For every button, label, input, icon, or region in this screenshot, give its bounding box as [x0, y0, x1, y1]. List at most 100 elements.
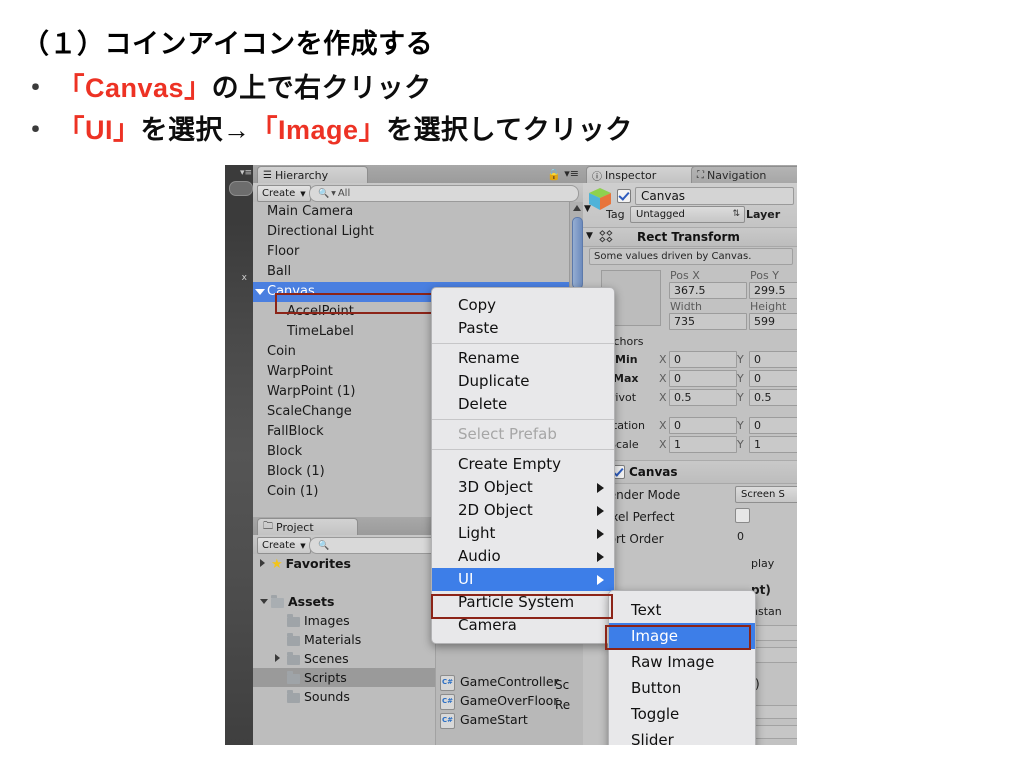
- hierarchy-create-button[interactable]: Create ▼: [257, 185, 311, 202]
- stepper-icon: ⇅: [732, 209, 740, 219]
- ui-submenu[interactable]: Text Image Raw Image Button Toggle Slider: [608, 590, 756, 745]
- hierarchy-item-main-camera[interactable]: Main Camera: [253, 202, 570, 222]
- anchor-min-x-field[interactable]: 0: [669, 351, 737, 368]
- pixel-perfect-checkbox[interactable]: [735, 508, 750, 523]
- info-icon: ⓘ: [592, 172, 602, 183]
- menu-item-paste[interactable]: Paste: [432, 317, 614, 340]
- bullet-1-highlight: 「Canvas」: [57, 73, 212, 103]
- pos-x-field[interactable]: 367.5: [669, 282, 747, 299]
- scroll-up-arrow-icon[interactable]: [573, 205, 581, 211]
- canvas-component-header[interactable]: ▼ Canvas: [583, 460, 797, 484]
- search-icon: 🔍: [318, 540, 330, 551]
- unity-editor-screenshot: ▾≡ x ☰ Hierarchy 🔒 ▾≡ Create ▼ 🔍 ▼ All M…: [225, 165, 797, 745]
- hierarchy-context-menu[interactable]: Copy Paste Rename Duplicate Delete Select Pre…: [431, 287, 615, 644]
- panel-menu-icon[interactable]: ▾≡: [564, 167, 579, 180]
- project-create-button[interactable]: Create ▼: [257, 537, 311, 554]
- scale-x-field[interactable]: 1: [669, 436, 737, 453]
- project-preview-re: Re: [555, 698, 571, 712]
- width-field[interactable]: 735: [669, 313, 747, 330]
- ui-menu-item-raw-image[interactable]: Raw Image: [609, 649, 755, 675]
- chevron-right-icon[interactable]: [260, 559, 265, 567]
- hierarchy-item-label: Block: [267, 444, 303, 459]
- menu-item-label: Delete: [458, 395, 508, 413]
- project-tree[interactable]: ★ Favorites Assets Images Materials Scenes Scr…: [253, 554, 436, 745]
- project-tree-item-images[interactable]: Images: [253, 611, 435, 630]
- menu-item-light[interactable]: Light: [432, 522, 614, 545]
- ui-menu-item-slider[interactable]: Slider: [609, 727, 755, 745]
- hierarchy-item-label: Coin (1): [267, 484, 319, 499]
- pos-y-field[interactable]: 299.5: [749, 282, 797, 299]
- axis-y-label: Y: [737, 438, 744, 451]
- anchor-min-y-field[interactable]: 0: [749, 351, 797, 368]
- rect-transform-title: Rect Transform: [637, 230, 740, 244]
- menu-item-particle-system[interactable]: Particle System: [432, 591, 614, 614]
- hierarchy-toolbar: Create ▼ 🔍 ▼ All: [253, 183, 583, 203]
- tab-hierarchy[interactable]: ☰ Hierarchy: [257, 166, 368, 184]
- star-icon: ★: [271, 557, 283, 572]
- project-tree-item-assets[interactable]: Assets: [253, 592, 435, 611]
- sort-order-field[interactable]: 0: [733, 529, 797, 544]
- ui-menu-item-image[interactable]: Image: [609, 623, 755, 649]
- rect-transform-header[interactable]: ▼ Rect Transform: [583, 227, 797, 247]
- folder-icon: 🗀: [263, 521, 273, 532]
- project-file-gamestart[interactable]: GameStart: [436, 710, 583, 729]
- tab-navigation[interactable]: ⛶ Navigation: [691, 166, 797, 184]
- render-mode-dropdown[interactable]: Screen S: [735, 486, 797, 503]
- menu-item-audio[interactable]: Audio: [432, 545, 614, 568]
- chevron-down-icon[interactable]: [255, 289, 265, 295]
- anchor-max-x-field[interactable]: 0: [669, 370, 737, 387]
- folder-icon: [287, 689, 300, 703]
- menu-item-ui[interactable]: UI: [432, 568, 614, 591]
- bullet-2-text-2: を選択してクリック: [386, 115, 633, 145]
- bullet-2-highlight-1: 「UI」: [57, 115, 141, 145]
- hierarchy-item-ball[interactable]: Ball: [253, 262, 570, 282]
- hierarchy-search-input[interactable]: 🔍 ▼ All: [309, 185, 579, 202]
- pivot-y-field[interactable]: 0.5: [749, 389, 797, 406]
- ui-menu-item-button[interactable]: Button: [609, 675, 755, 701]
- tab-project-label: Project: [276, 521, 314, 534]
- lock-icon[interactable]: 🔒: [547, 168, 561, 181]
- bullet-line-1: ・ 「Canvas」の上で右クリック: [22, 66, 432, 105]
- project-tree-item-favorites[interactable]: ★ Favorites: [253, 554, 435, 573]
- menu-item-3d-object[interactable]: 3D Object: [432, 476, 614, 499]
- submenu-arrow-icon: [597, 552, 604, 562]
- hierarchy-scroll-thumb[interactable]: [572, 217, 583, 289]
- ui-menu-item-label: Slider: [631, 731, 674, 745]
- bullet-marker: ・: [22, 115, 50, 145]
- hierarchy-item-floor[interactable]: Floor: [253, 242, 570, 262]
- object-active-checkbox[interactable]: [617, 189, 631, 203]
- tab-project[interactable]: 🗀 Project: [257, 518, 358, 536]
- menu-item-rename[interactable]: Rename: [432, 347, 614, 370]
- project-tree-item-scripts[interactable]: Scripts: [253, 668, 435, 687]
- menu-item-duplicate[interactable]: Duplicate: [432, 370, 614, 393]
- layer-label: Layer: [746, 208, 781, 221]
- menu-item-create-empty[interactable]: Create Empty: [432, 453, 614, 476]
- pos-y-label: Pos Y: [750, 269, 779, 282]
- width-label: Width: [670, 300, 702, 313]
- menu-item-2d-object[interactable]: 2D Object: [432, 499, 614, 522]
- chevron-down-icon[interactable]: [260, 599, 268, 604]
- project-tree-item-sounds[interactable]: Sounds: [253, 687, 435, 706]
- ui-menu-item-text[interactable]: Text: [609, 597, 755, 623]
- object-name-field[interactable]: Canvas: [635, 187, 794, 205]
- scale-y-field[interactable]: 1: [749, 436, 797, 453]
- axis-x-label: X: [659, 353, 667, 366]
- menu-item-camera[interactable]: Camera: [432, 614, 614, 637]
- menu-item-delete[interactable]: Delete: [432, 393, 614, 416]
- pivot-x-field[interactable]: 0.5: [669, 389, 737, 406]
- project-tree-item-materials[interactable]: Materials: [253, 630, 435, 649]
- menu-item-copy[interactable]: Copy: [432, 294, 614, 317]
- hierarchy-item-directional-light[interactable]: Directional Light: [253, 222, 570, 242]
- chevron-down-icon[interactable]: ▼: [584, 204, 591, 214]
- tag-dropdown[interactable]: Untagged ⇅: [630, 206, 745, 223]
- rotation-x-field[interactable]: 0: [669, 417, 737, 434]
- project-tree-item-label: Favorites: [285, 556, 351, 571]
- anchor-max-y-field[interactable]: 0: [749, 370, 797, 387]
- rotation-y-field[interactable]: 0: [749, 417, 797, 434]
- ui-menu-item-toggle[interactable]: Toggle: [609, 701, 755, 727]
- height-field[interactable]: 599: [749, 313, 797, 330]
- chevron-down-icon[interactable]: ▼: [586, 231, 593, 241]
- tab-inspector[interactable]: ⓘ Inspector: [586, 166, 699, 184]
- chevron-right-icon[interactable]: [275, 654, 280, 662]
- project-tree-item-scenes[interactable]: Scenes: [253, 649, 435, 668]
